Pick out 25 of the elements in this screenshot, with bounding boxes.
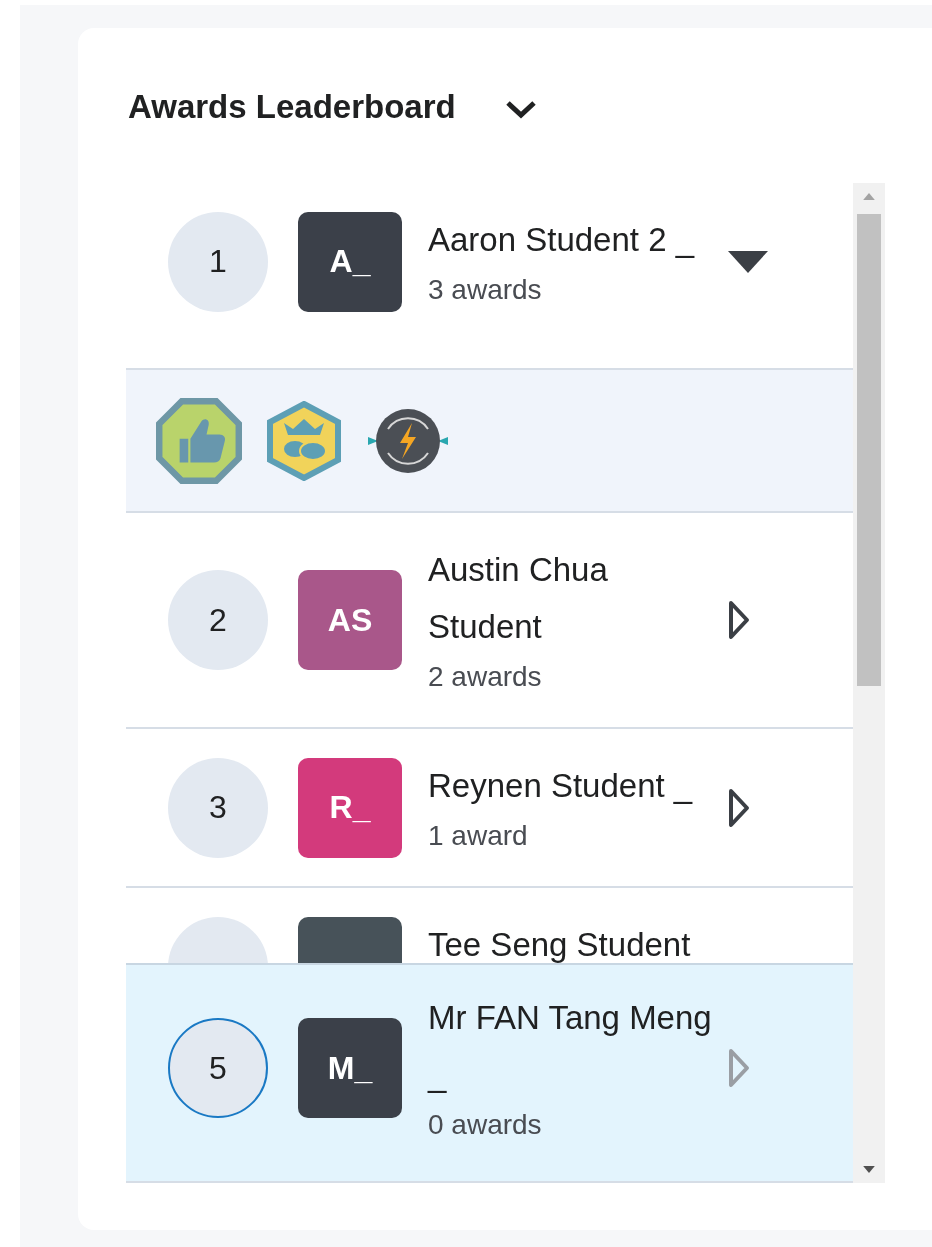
student-name: Tee Seng Student: [428, 925, 692, 965]
awards-count: 2 awards: [428, 660, 543, 694]
user-avatar: R_: [298, 757, 402, 858]
rank-circle: 2: [168, 570, 268, 670]
student-name: Reynen Student _: [428, 766, 694, 806]
leaderboard-title: Awards Leaderboard: [128, 87, 456, 126]
awards-count: 0 awards: [428, 1108, 543, 1142]
expand-arrow-icon[interactable]: [728, 787, 750, 828]
crown-chat-badge-icon: [264, 400, 344, 481]
student-name: Aaron Student 2 _: [428, 220, 696, 260]
scrollbar[interactable]: [853, 183, 885, 1183]
user-avatar: M_: [298, 1018, 402, 1118]
student-name: Austin Chua Student: [428, 550, 609, 647]
expand-arrow-icon[interactable]: [728, 600, 750, 640]
thumbs-up-badge-icon: [156, 397, 242, 484]
collapse-arrow-icon[interactable]: [728, 250, 768, 273]
user-avatar: AS: [298, 570, 402, 670]
user-avatar: A_: [298, 211, 402, 312]
scroll-down-icon[interactable]: [863, 1166, 875, 1173]
student-name: Mr FAN Tang Meng _: [428, 998, 713, 1095]
awards-count: 1 award: [428, 819, 529, 853]
rank-circle: 3: [168, 757, 268, 858]
rank-circle: 5: [168, 1018, 268, 1118]
rank-circle: 1: [168, 211, 268, 312]
awards-count: 3 awards: [428, 273, 543, 307]
